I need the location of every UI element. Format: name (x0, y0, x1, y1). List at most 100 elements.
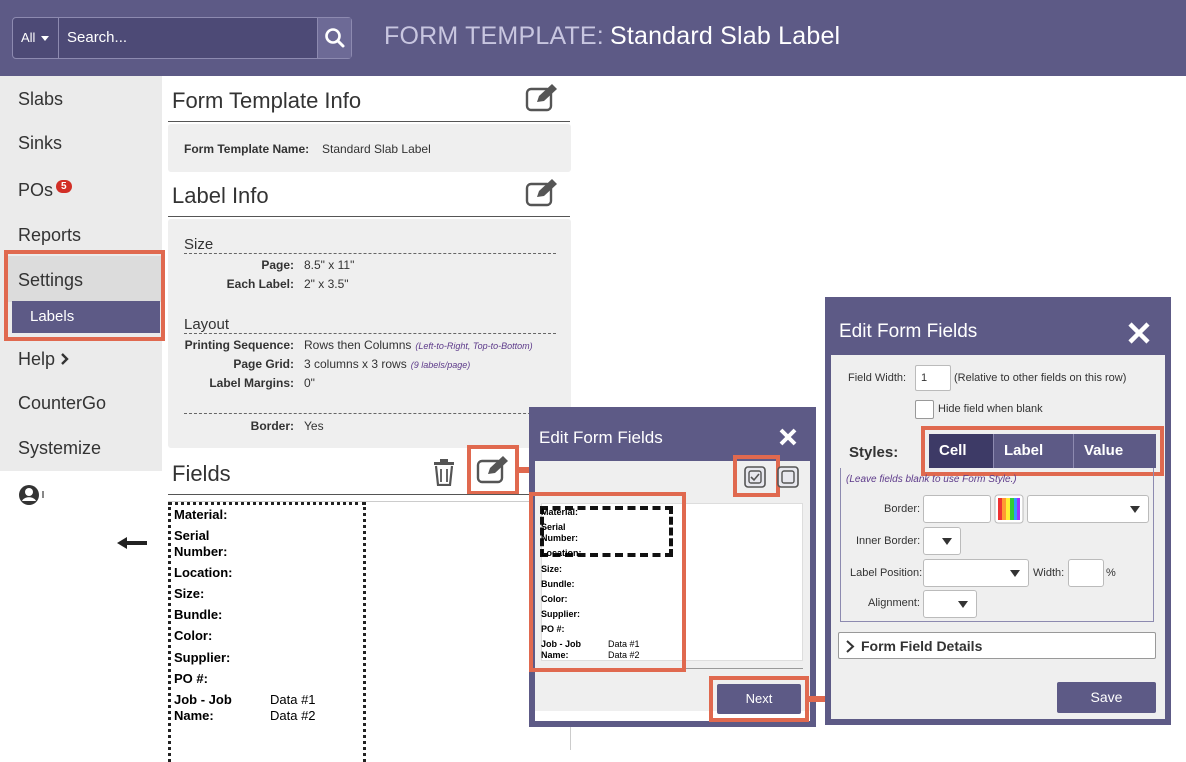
field-color[interactable]: Color: (174, 628, 212, 643)
each-label-value: 2" x 3.5" (304, 277, 349, 291)
chevron-down-icon (958, 601, 968, 608)
size-heading: Size (184, 236, 214, 253)
next-button[interactable]: Next (717, 684, 801, 714)
form-template-info-title: Form Template Info (172, 88, 362, 113)
page-title-prefix: FORM TEMPLATE: (384, 22, 604, 50)
label-margins-label: Label Margins: (209, 376, 294, 390)
mini-bundle: Bundle: (541, 579, 575, 589)
field-width-input[interactable]: 1 (915, 365, 951, 391)
edit-icon[interactable] (525, 179, 559, 207)
chevron-down-icon (1130, 506, 1140, 513)
tab-cell[interactable]: Cell (929, 434, 993, 468)
edit-icon[interactable] (525, 84, 559, 112)
label-info-title: Label Info (172, 183, 269, 208)
mini-color: Color: (541, 594, 568, 604)
printing-sequence-text: Rows then Columns (304, 338, 412, 352)
field-material[interactable]: Material: (174, 507, 227, 522)
inner-border-label: Inner Border: (856, 535, 921, 547)
close-icon[interactable] (778, 427, 798, 447)
search-box: All Search... (12, 17, 352, 59)
tab-value[interactable]: Value (1073, 434, 1156, 468)
page-size-label: Page: (261, 258, 294, 272)
field-supplier[interactable]: Supplier: (174, 650, 230, 665)
page-grid-value: 3 columns x 3 rows (9 labels/page) (304, 357, 470, 371)
tab-label[interactable]: Label (993, 434, 1073, 468)
dashed-divider (184, 253, 556, 254)
close-icon[interactable] (1127, 321, 1151, 345)
dashed-divider (184, 333, 556, 334)
modal-header: Edit Form Fields (535, 413, 810, 461)
field-location[interactable]: Location: (174, 565, 233, 580)
sidebar-item-sinks[interactable]: Sinks (18, 133, 62, 154)
page-grid-hint: (9 labels/page) (410, 360, 471, 370)
checkbox-checked-icon[interactable] (743, 465, 767, 489)
arrow-left-icon (117, 537, 147, 549)
border-style-select[interactable] (1027, 495, 1149, 523)
search-input[interactable]: Search... (67, 18, 127, 58)
sidebar-item-help[interactable]: Help (18, 349, 70, 370)
field-bundle[interactable]: Bundle: (174, 607, 222, 622)
field-po[interactable]: PO #: (174, 671, 208, 686)
label-position-select[interactable] (923, 559, 1029, 587)
edit-fields-icon[interactable] (476, 455, 510, 485)
top-bar: All Search... FORM TEMPLATE: Standard Sla… (0, 0, 1186, 76)
trash-icon[interactable] (431, 458, 457, 486)
layout-heading: Layout (184, 316, 230, 333)
notification-badge: 5 (56, 180, 72, 193)
alignment-select[interactable] (923, 590, 977, 618)
mini-po: PO #: (541, 624, 565, 634)
mini-job-2: Name: (541, 650, 569, 660)
template-name-value: Standard Slab Label (322, 142, 431, 156)
mini-location: Location: (541, 548, 582, 558)
field-width-label: Field Width: (848, 372, 907, 384)
mini-size: Size: (541, 564, 563, 574)
field-size[interactable]: Size: (174, 586, 204, 601)
width-input[interactable] (1068, 559, 1104, 587)
fields-title: Fields (172, 461, 231, 486)
border-label: Border: (250, 419, 294, 433)
chevron-down-icon (942, 538, 952, 545)
divider (168, 494, 570, 495)
page-grid-text: 3 columns x 3 rows (304, 357, 407, 371)
search-button[interactable] (317, 18, 351, 58)
printing-sequence-hint: (Left-to-Right, Top-to-Bottom) (415, 341, 533, 351)
field-job-name[interactable]: Job - Job Name: (174, 692, 244, 724)
search-scope-select[interactable]: All (13, 18, 59, 58)
modal-header: Edit Form Fields (831, 303, 1165, 355)
mini-serial-1: Serial (541, 522, 566, 532)
printing-sequence-value: Rows then Columns (Left-to-Right, Top-to-… (304, 338, 533, 352)
template-name-label: Form Template Name: (184, 142, 310, 156)
mini-data-2: Data #2 (608, 650, 640, 660)
field-width-hint: (Relative to other fields on this row) (954, 372, 1127, 384)
chevron-right-icon (846, 640, 855, 653)
percent-sign: % (1106, 567, 1116, 579)
each-label-label: Each Label: (226, 277, 294, 291)
border-value: Yes (304, 419, 324, 433)
width-label: Width: (1033, 567, 1065, 579)
chevron-right-icon (61, 353, 69, 365)
mini-supplier: Supplier: (541, 609, 581, 619)
border-input[interactable] (923, 495, 991, 523)
hide-field-checkbox[interactable] (915, 400, 934, 419)
sidebar-item-countergo[interactable]: CounterGo (18, 393, 106, 414)
mini-serial-2: Number: (541, 533, 579, 543)
search-icon (325, 28, 345, 48)
border-style-label: Border: (884, 503, 921, 515)
sidebar-item-pos[interactable]: POs 5 (18, 180, 72, 201)
form-field-details-toggle[interactable]: Form Field Details (838, 632, 1156, 659)
sidebar-item-slabs[interactable]: Slabs (18, 89, 63, 110)
inner-border-select[interactable] (923, 527, 961, 555)
user-avatar-icon[interactable] (18, 484, 46, 506)
page-title-name: Standard Slab Label (609, 22, 841, 50)
label-position-label: Label Position: (850, 567, 923, 579)
checkbox-empty-icon[interactable] (776, 465, 800, 489)
sidebar-item-reports[interactable]: Reports (18, 225, 81, 246)
sidebar-item-label: Help (18, 349, 56, 369)
chevron-down-icon (41, 36, 50, 42)
color-picker-icon[interactable] (994, 494, 1024, 524)
save-button[interactable]: Save (1057, 682, 1156, 713)
sidebar-item-systemize[interactable]: Systemize (18, 438, 101, 459)
page-size-value: 8.5" x 11" (304, 258, 355, 272)
field-serial-number[interactable]: Serial Number: (174, 528, 244, 560)
style-blank-hint: (Leave fields blank to use Form Style.) (846, 474, 1017, 485)
